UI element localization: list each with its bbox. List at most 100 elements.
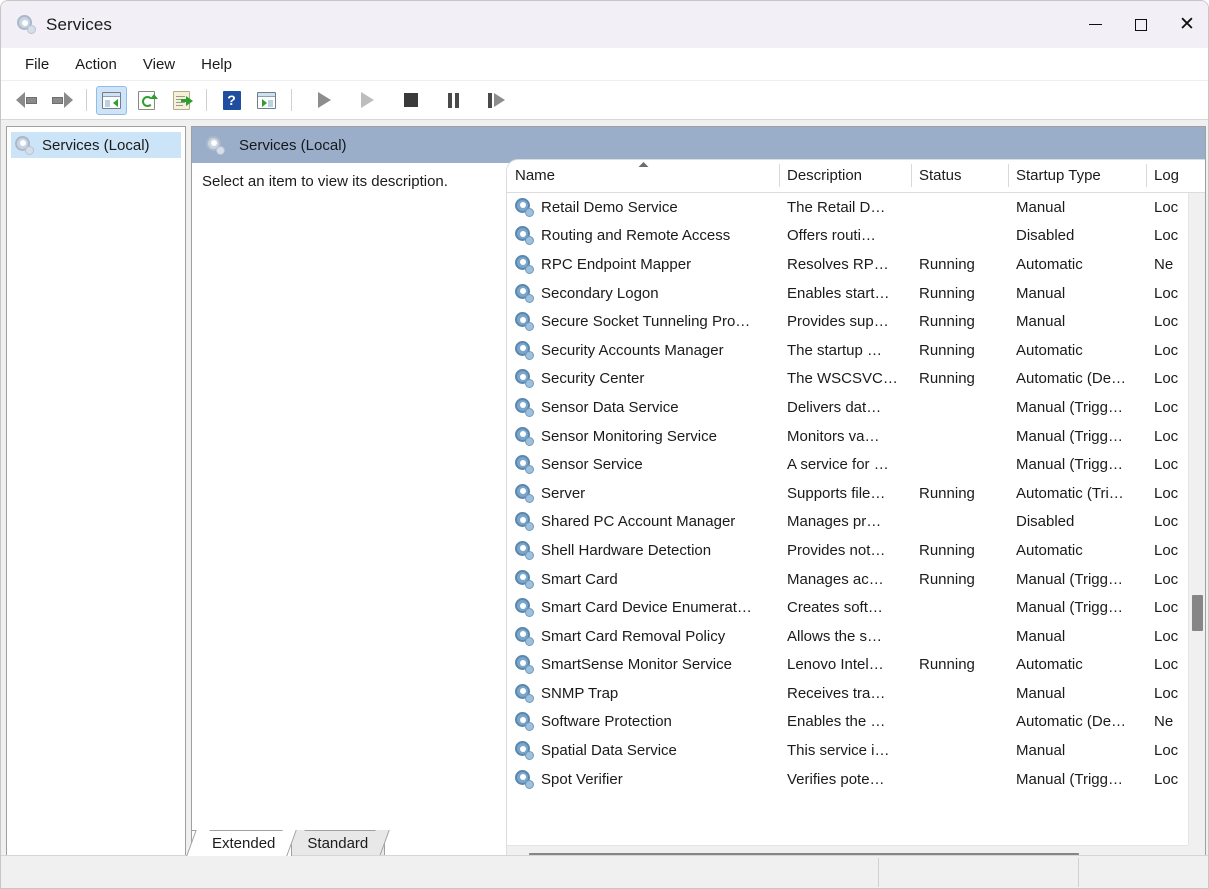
tree-item-services-local[interactable]: Services (Local) xyxy=(11,132,181,158)
service-name: Smart Card Removal Policy xyxy=(541,627,726,645)
service-name: Smart Card Device Enumerat… xyxy=(541,599,752,617)
table-row[interactable]: Sensor Monitoring Service Monitors va… Man… xyxy=(507,422,1188,451)
table-row[interactable]: Shared PC Account Manager Manages pr… Disa… xyxy=(507,508,1188,537)
cell-status: Running xyxy=(919,370,975,388)
vertical-scrollbar[interactable] xyxy=(1188,193,1205,845)
console-tree-pane: Services (Local) xyxy=(6,126,186,874)
table-row[interactable]: Smart Card Device Enumerat… Creates soft…… xyxy=(507,593,1188,622)
menu-action[interactable]: Action xyxy=(65,52,127,77)
action-pane-icon xyxy=(257,91,276,109)
table-row[interactable]: Security Center The WSCSVC… Running Automat… xyxy=(507,365,1188,394)
window-controls: ✕ xyxy=(1072,1,1208,48)
table-row[interactable]: Sensor Data Service Delivers dat… Manual (… xyxy=(507,393,1188,422)
services-gear-icon xyxy=(515,369,534,389)
back-button[interactable] xyxy=(11,86,42,115)
view-tabs: Extended Standard xyxy=(186,829,391,856)
table-row[interactable]: Server Supports file… Running Automatic (Tr… xyxy=(507,479,1188,508)
list-rows: Retail Demo Service The Retail D… Manual Lo… xyxy=(507,193,1188,845)
table-row[interactable]: Retail Demo Service The Retail D… Manual Lo… xyxy=(507,193,1188,222)
resume-service-button[interactable] xyxy=(352,86,383,115)
cell-logon: Loc xyxy=(1154,313,1179,331)
service-name: Server xyxy=(541,484,586,502)
status-cell-3 xyxy=(1078,856,1208,888)
cell-startup: Automatic xyxy=(1016,341,1083,359)
cell-logon: Loc xyxy=(1154,227,1179,245)
services-gear-icon xyxy=(515,683,534,703)
cell-startup: Automatic (Tri… xyxy=(1016,484,1124,502)
vertical-scrollbar-thumb[interactable] xyxy=(1192,595,1203,631)
cell-name: Smart Card Removal Policy xyxy=(507,626,779,646)
close-button[interactable]: ✕ xyxy=(1164,1,1208,48)
cell-status: Running xyxy=(919,541,975,559)
show-hide-console-tree-button[interactable] xyxy=(96,85,127,115)
table-row[interactable]: RPC Endpoint Mapper Resolves RP… Running Au… xyxy=(507,250,1188,279)
cell-startup: Manual (Trigg… xyxy=(1016,570,1123,588)
cell-logon: Loc xyxy=(1154,770,1179,788)
table-row[interactable]: Security Accounts Manager The startup … Ru… xyxy=(507,336,1188,365)
services-gear-icon xyxy=(17,15,36,34)
cell-description: Offers routi… xyxy=(787,227,876,245)
cell-status: Running xyxy=(919,570,975,588)
restart-service-button[interactable] xyxy=(481,86,512,115)
cell-startup: Disabled xyxy=(1016,227,1075,245)
column-header-startup-type[interactable]: Startup Type xyxy=(1008,160,1146,192)
table-row[interactable]: Smart Card Manages ac… Running Manual (Trig… xyxy=(507,565,1188,594)
cell-description: Enables the … xyxy=(787,713,886,731)
table-row[interactable]: Spot Verifier Verifies pote… Manual (Trigg… xyxy=(507,765,1188,794)
cell-logon: Ne xyxy=(1154,255,1174,273)
column-header-log-on-as[interactable]: Log xyxy=(1146,160,1205,192)
stop-icon xyxy=(403,93,418,107)
table-row[interactable]: Spatial Data Service This service i… Manua… xyxy=(507,736,1188,765)
cell-startup: Manual (Trigg… xyxy=(1016,398,1123,416)
toolbar-separator xyxy=(291,89,292,111)
services-gear-icon xyxy=(515,226,534,246)
services-gear-icon xyxy=(515,655,534,675)
export-list-button[interactable] xyxy=(166,86,197,115)
tab-standard[interactable]: Standard xyxy=(281,830,391,856)
stop-service-button[interactable] xyxy=(395,86,426,115)
table-row[interactable]: SmartSense Monitor Service Lenovo Intel… R… xyxy=(507,651,1188,680)
forward-arrow-icon xyxy=(51,91,73,109)
table-row[interactable]: SNMP Trap Receives tra… Manual Loc xyxy=(507,679,1188,708)
column-header-status[interactable]: Status xyxy=(911,160,1008,192)
show-hide-action-pane-button[interactable] xyxy=(251,86,282,115)
help-button[interactable]: ? xyxy=(216,86,247,115)
table-row[interactable]: Secondary Logon Enables start… Running Manu… xyxy=(507,279,1188,308)
cell-name: Spot Verifier xyxy=(507,769,779,789)
table-row[interactable]: Routing and Remote Access Offers routi… Di… xyxy=(507,222,1188,251)
cell-status: Running xyxy=(919,341,975,359)
cell-startup: Automatic xyxy=(1016,255,1083,273)
status-cell-main xyxy=(1,856,878,888)
forward-button[interactable] xyxy=(46,86,77,115)
services-gear-icon xyxy=(515,340,534,360)
service-name: Security Center xyxy=(541,370,645,388)
cell-name: Server xyxy=(507,483,779,503)
menu-view[interactable]: View xyxy=(133,52,185,77)
cell-description: Enables start… xyxy=(787,284,890,302)
services-gear-icon xyxy=(515,769,534,789)
column-label: Description xyxy=(787,167,863,184)
menu-file[interactable]: File xyxy=(15,52,59,77)
table-row[interactable]: Smart Card Removal Policy Allows the s… Ma… xyxy=(507,622,1188,651)
table-row[interactable]: Shell Hardware Detection Provides not… Run… xyxy=(507,536,1188,565)
cell-logon: Loc xyxy=(1154,627,1179,645)
column-header-description[interactable]: Description xyxy=(779,160,911,192)
table-row[interactable]: Software Protection Enables the … Automati… xyxy=(507,708,1188,737)
table-row[interactable]: Secure Socket Tunneling Pro… Provides sup… xyxy=(507,307,1188,336)
table-row[interactable]: Sensor Service A service for … Manual (Tri… xyxy=(507,450,1188,479)
services-gear-icon xyxy=(515,712,534,732)
column-header-name[interactable]: Name xyxy=(507,160,779,192)
start-service-button[interactable] xyxy=(309,86,340,115)
cell-startup: Automatic (De… xyxy=(1016,713,1127,731)
cell-logon: Loc xyxy=(1154,427,1179,445)
cell-status: Running xyxy=(919,656,975,674)
maximize-button[interactable] xyxy=(1118,1,1164,48)
refresh-button[interactable] xyxy=(131,86,162,115)
pause-service-button[interactable] xyxy=(438,86,469,115)
minimize-button[interactable] xyxy=(1072,1,1118,48)
menu-help[interactable]: Help xyxy=(191,52,242,77)
cell-startup: Manual xyxy=(1016,742,1066,760)
service-name: Software Protection xyxy=(541,713,672,731)
tab-extended[interactable]: Extended xyxy=(186,830,298,856)
services-gear-icon xyxy=(515,283,534,303)
